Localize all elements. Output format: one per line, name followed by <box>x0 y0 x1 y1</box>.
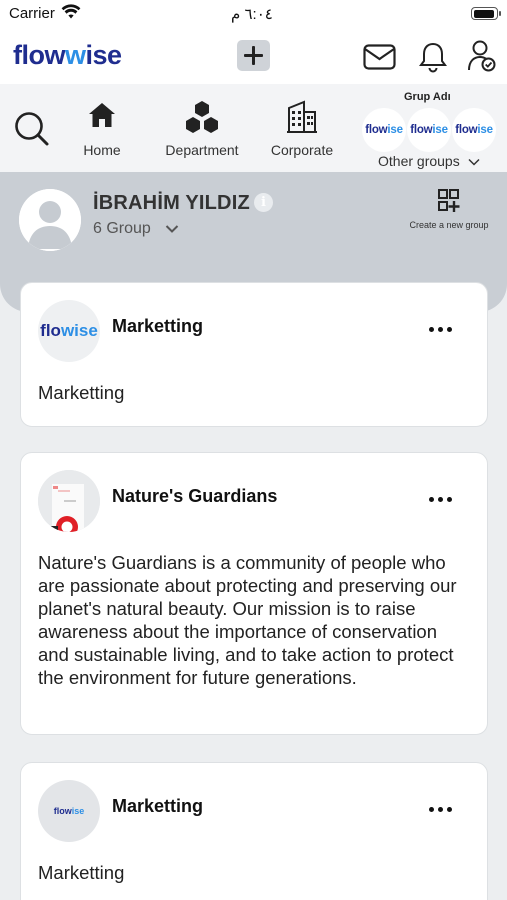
logo-part-light-w: w <box>65 40 86 70</box>
logo-text: ise <box>432 124 448 136</box>
logo-text: flow <box>455 124 478 136</box>
logo-text: ise <box>387 124 403 136</box>
create-group-button[interactable]: Create a new group <box>404 189 494 230</box>
card-title: Nature's Guardians <box>112 486 278 506</box>
group-card[interactable]: Nature's Guardians Nature's Guardians is… <box>20 452 488 735</box>
logo-part-dark: flow <box>13 40 66 70</box>
nav-home[interactable]: Home <box>72 84 132 172</box>
group-avatar[interactable]: flow ise <box>452 108 496 152</box>
more-options-icon[interactable] <box>429 497 453 503</box>
app-header: flowwise <box>0 30 507 84</box>
info-icon[interactable]: i <box>254 193 273 212</box>
other-groups-label: Other groups <box>378 153 460 169</box>
app-logo[interactable]: flowwise <box>13 40 122 71</box>
user-settings-icon[interactable] <box>467 39 497 73</box>
more-options-icon[interactable] <box>429 327 453 333</box>
user-placeholder-icon <box>19 189 81 251</box>
group-card[interactable]: flowise Marketting Marketting <box>20 762 488 900</box>
chevron-down-icon <box>468 158 480 166</box>
clock: ٦:٠٤ م <box>231 6 273 23</box>
logo-text: flow <box>410 124 433 136</box>
logo-text: ise <box>71 806 85 816</box>
logo-text: ise <box>477 124 493 136</box>
group-avatar[interactable]: flow ise <box>362 108 406 152</box>
chevron-down-icon[interactable] <box>164 221 180 237</box>
battery-icon <box>471 7 501 20</box>
group-avatar[interactable]: flow ise <box>407 108 451 152</box>
group-card[interactable]: flowise Marketting Marketting <box>20 282 488 427</box>
group-image <box>38 470 100 532</box>
status-bar: Carrier ٦:٠٤ م <box>0 0 507 30</box>
group-nav-bar: Home Department Corporate Grup Adı flow i… <box>0 84 507 172</box>
carrier-label: Carrier <box>9 5 55 22</box>
add-button[interactable] <box>237 40 270 71</box>
logo-text: flow <box>365 124 388 136</box>
group-logo: flowise <box>38 300 100 362</box>
group-count[interactable]: 6 Group <box>93 220 151 238</box>
nav-department[interactable]: Department <box>160 84 244 172</box>
card-description: Nature's Guardians is a community of peo… <box>38 552 457 688</box>
qr-add-icon <box>438 189 460 212</box>
logo-text: flo <box>40 321 61 340</box>
group-logo <box>38 470 100 532</box>
mail-icon[interactable] <box>363 44 396 70</box>
nav-home-label: Home <box>83 142 121 158</box>
more-options-icon[interactable] <box>429 807 453 813</box>
wifi-icon <box>61 4 81 19</box>
building-icon <box>287 100 317 133</box>
profile-name: İBRAHİM YILDIZ <box>93 192 250 214</box>
other-groups-dropdown[interactable]: Other groups <box>378 153 480 169</box>
logo-text: flow <box>53 806 72 816</box>
group-logo: flowise <box>38 780 100 842</box>
search-icon[interactable] <box>13 110 51 148</box>
card-description: Marketting <box>38 862 125 883</box>
card-title: Marketting <box>112 316 204 336</box>
create-group-label: Create a new group <box>409 220 489 230</box>
nav-corporate-label: Corporate <box>270 142 334 158</box>
avatar[interactable] <box>19 189 81 251</box>
nav-corporate[interactable]: Corporate <box>266 84 338 172</box>
hexagons-icon <box>186 101 218 133</box>
card-title: Marketting <box>112 796 204 816</box>
logo-text: wise <box>60 321 98 340</box>
group-name-label: Grup Adı <box>404 91 451 103</box>
card-description: Marketting <box>38 382 125 403</box>
bell-icon[interactable] <box>418 41 448 73</box>
nav-department-label: Department <box>165 142 239 158</box>
logo-part-dark-end: ise <box>85 40 123 70</box>
home-icon <box>89 103 115 127</box>
